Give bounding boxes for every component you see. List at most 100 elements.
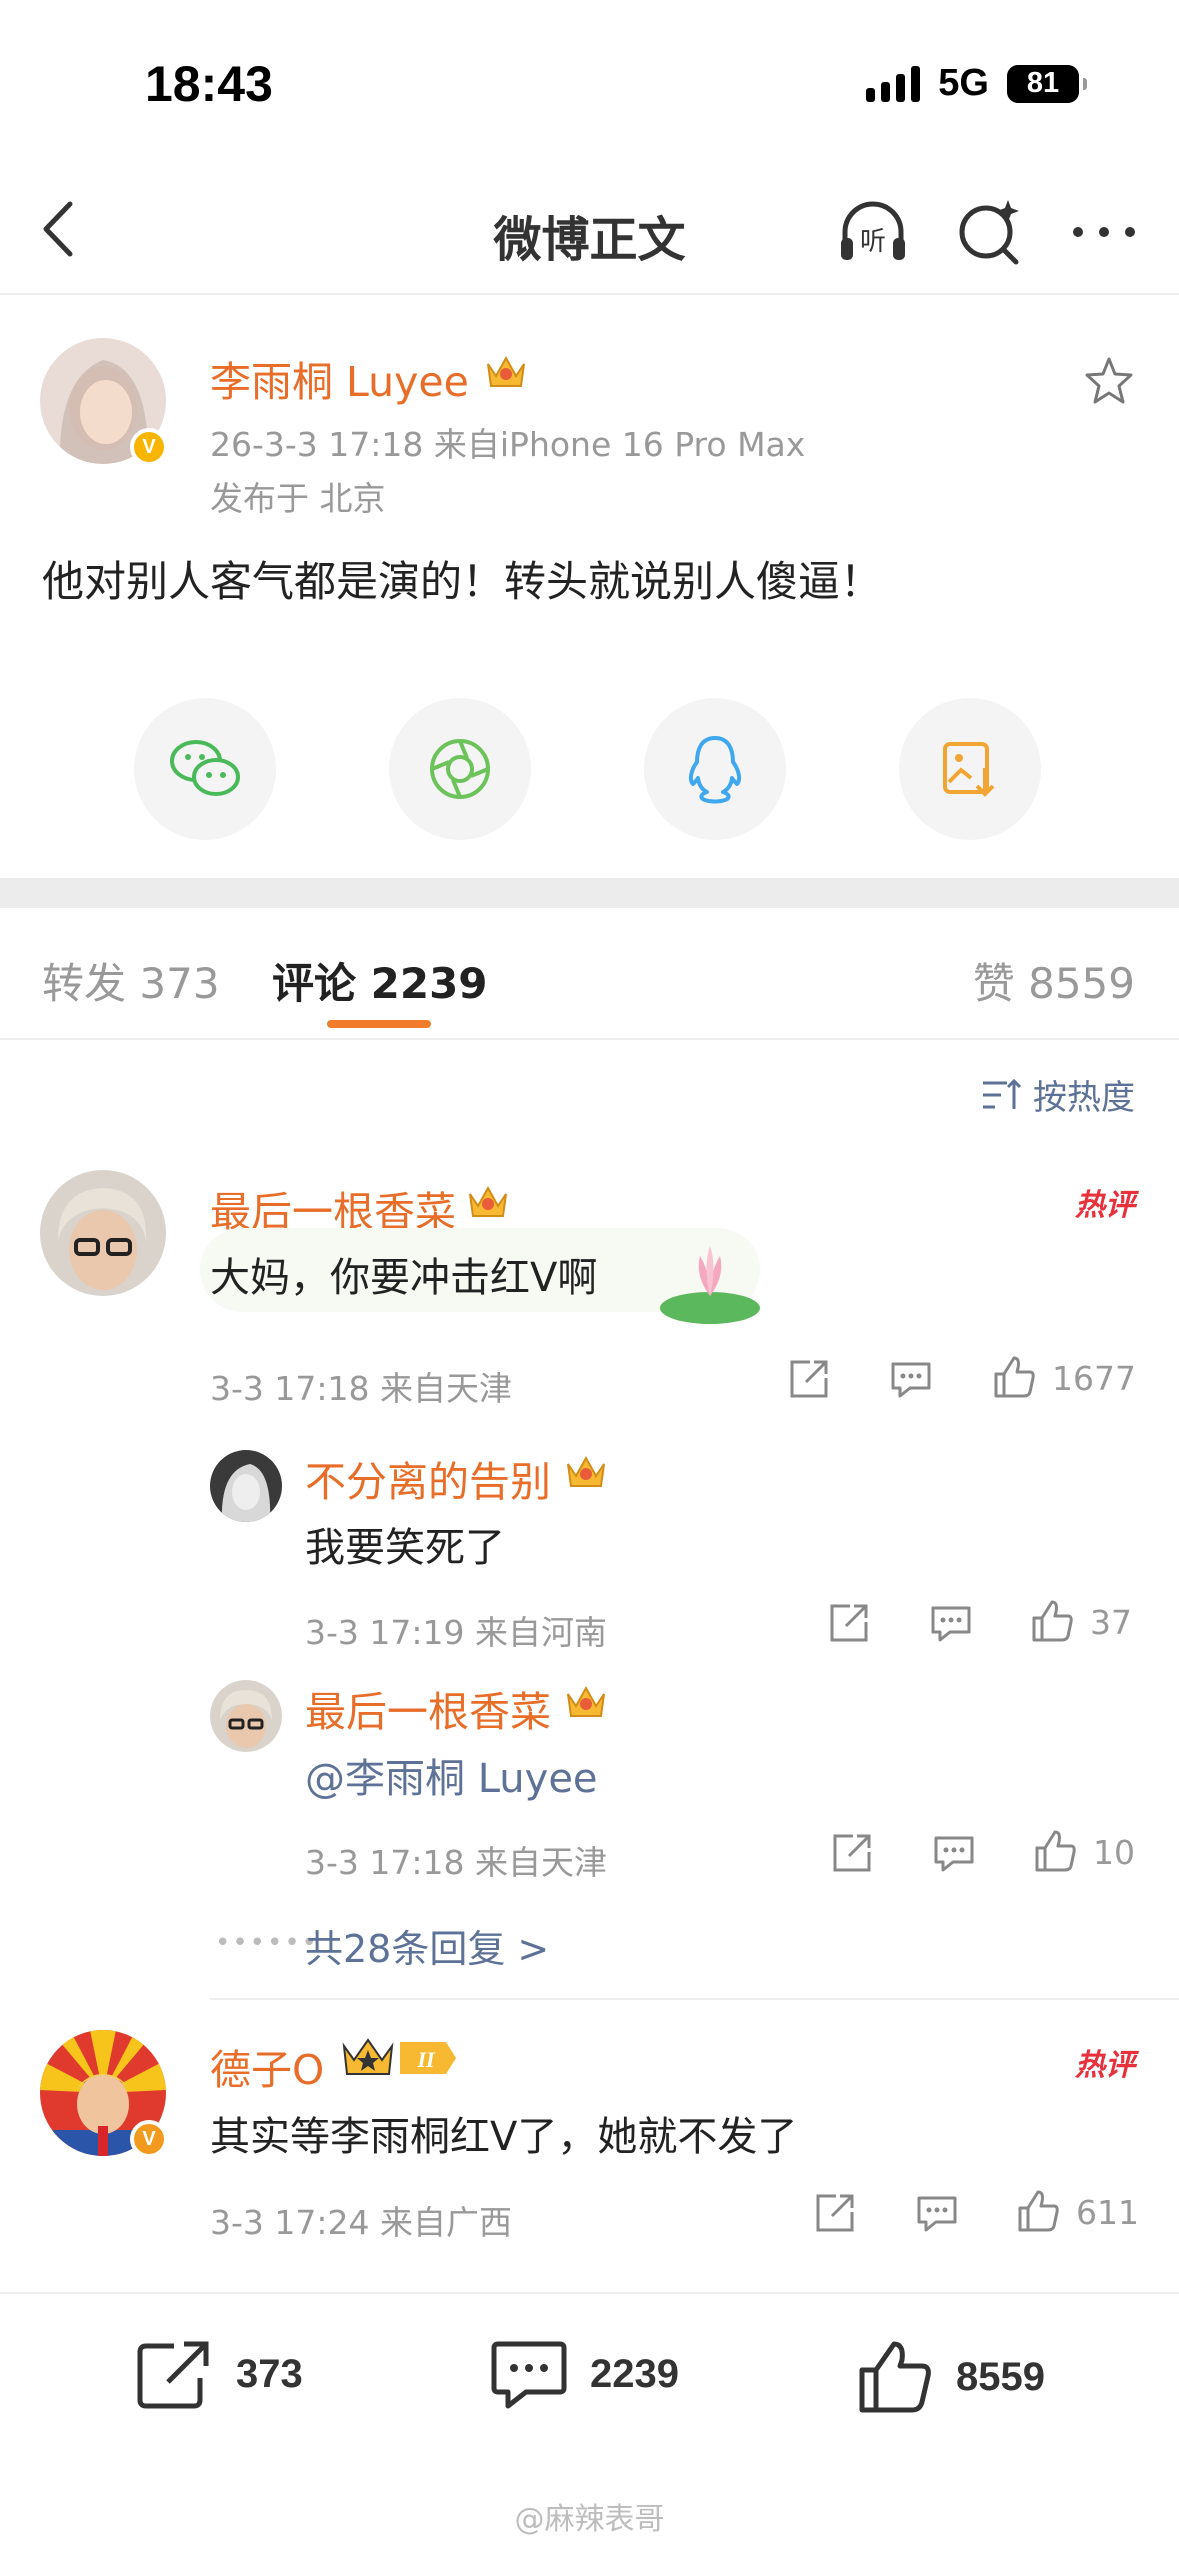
share-qq-button[interactable]: [644, 698, 786, 840]
thumbs-up-icon: [994, 1356, 1035, 1398]
qq-penguin-icon: [688, 736, 742, 804]
status-indicators: 5G 81: [866, 62, 1087, 105]
reply-author-name[interactable]: 最后一根香菜: [305, 1678, 551, 1738]
reply-mention-text[interactable]: @李雨桐 Luyee: [305, 1746, 598, 1804]
battery-icon: 81: [1007, 64, 1087, 103]
vip-crown-icon: [567, 1455, 605, 1487]
save-image-icon: [943, 742, 995, 797]
sort-label: 按热度: [1033, 1078, 1135, 1118]
tab-comments-label: 评论: [272, 959, 357, 1008]
comment-reply-button[interactable]: [914, 2190, 960, 2236]
tab-likes[interactable]: 赞 8559: [973, 950, 1135, 1011]
tab-likes-label: 赞: [972, 959, 1015, 1008]
tab-repost-label: 转发: [42, 959, 127, 1008]
bottom-repost-count: 373: [236, 2351, 303, 2396]
bottom-comment-button[interactable]: 2239: [490, 2338, 679, 2410]
bottom-comment-count: 2239: [590, 2351, 679, 2396]
thumbs-up-icon: [1018, 2190, 1059, 2232]
comment-separator: [210, 1998, 1179, 2000]
reply-text: 我要笑死了: [305, 1525, 505, 1571]
post-time-source: 26-3-3 17:18 来自iPhone 16 Pro Max: [210, 425, 806, 464]
reply-like-button[interactable]: 10: [1031, 1828, 1135, 1876]
reply-like-count: 37: [1090, 1602, 1132, 1642]
share-wechat-button[interactable]: [134, 698, 276, 840]
tab-bar: 转发 373 评论 2239 赞 8559: [0, 908, 1179, 1040]
thumbs-up-icon: [1035, 1830, 1076, 1872]
lotus-decoration-icon: [660, 1246, 760, 1324]
reply-meta: 3-3 17:19 来自河南: [305, 1613, 607, 1652]
reply-like-button[interactable]: 37: [1028, 1598, 1132, 1646]
bottom-like-button[interactable]: 8559: [856, 2338, 1045, 2416]
reply-avatar[interactable]: [210, 1450, 282, 1522]
svg-text:听: 听: [860, 227, 886, 257]
post-author-name[interactable]: 李雨桐 Luyee: [210, 348, 469, 408]
comment-icon: [491, 2341, 567, 2409]
sort-icon: [983, 1078, 1021, 1109]
reply-like-count: 10: [1093, 1832, 1135, 1872]
comment-repost-button[interactable]: [812, 2190, 858, 2236]
comment-text: 其实等李雨桐红Ⅴ了，她就不发了: [210, 2114, 798, 2160]
reply-comment-button[interactable]: [931, 1830, 977, 1876]
tab-repost[interactable]: 转发 373: [42, 950, 220, 1011]
reply-meta: 3-3 17:18 来自天津: [305, 1843, 607, 1882]
tab-repost-count: 373: [139, 959, 220, 1008]
reply-comment-button[interactable]: [928, 1600, 974, 1646]
vip-level-badge-icon: II: [342, 2038, 456, 2075]
tab-likes-count: 8559: [1028, 959, 1135, 1008]
thumbs-up-icon: [859, 2341, 931, 2413]
moments-aperture-icon: [430, 739, 490, 799]
post-body-text: 他对别人客气都是演的！转头就说别人傻逼！: [42, 557, 883, 606]
vip-crown-icon: [567, 1685, 605, 1717]
comment-icon: [891, 1362, 931, 1398]
verified-badge-icon: V: [130, 2120, 168, 2158]
save-image-button[interactable]: [899, 698, 1041, 840]
comment-icon: [917, 2196, 957, 2232]
reply-repost-button[interactable]: [826, 1600, 872, 1646]
hot-comment-badge: 热评: [1075, 1188, 1135, 1223]
watermark: @麻辣表哥: [514, 2502, 665, 2537]
favorite-star-icon[interactable]: [1082, 354, 1136, 408]
comment-reply-button[interactable]: [888, 1356, 934, 1402]
more-options-icon[interactable]: [1064, 192, 1144, 272]
comment-meta: 3-3 17:18 来自天津: [210, 1369, 512, 1408]
comment-text: 大妈，你要冲击红Ⅴ啊: [210, 1255, 598, 1301]
listen-headphones-icon[interactable]: 听: [833, 192, 913, 272]
bottom-repost-button[interactable]: 373: [136, 2338, 303, 2410]
verified-badge-icon: V: [130, 428, 168, 466]
section-divider: [0, 878, 1179, 908]
tab-comments-count: 2239: [370, 959, 488, 1008]
vip-crown-icon: [469, 1185, 507, 1217]
sort-by-hot-button[interactable]: 按热度: [981, 1070, 1135, 1119]
wechat-icon: [170, 740, 240, 796]
comment-avatar[interactable]: [40, 1170, 166, 1296]
comment-repost-button[interactable]: [786, 1356, 832, 1402]
bottom-like-count: 8559: [956, 2354, 1045, 2399]
comment-meta: 3-3 17:24 来自广西: [210, 2203, 512, 2242]
status-time: 18:43: [145, 56, 273, 112]
post-location: 发布于 北京: [210, 479, 386, 518]
comment-icon: [931, 1606, 971, 1642]
thumbs-up-icon: [1032, 1600, 1073, 1642]
comment-like-button[interactable]: 1677: [990, 1354, 1136, 1402]
search-sparkle-icon[interactable]: [950, 192, 1030, 272]
repost-icon: [790, 1360, 828, 1398]
comment-icon: [934, 1836, 974, 1872]
repost-icon: [137, 2341, 209, 2409]
status-bar: 18:43 5G 81: [0, 0, 1179, 170]
reply-avatar[interactable]: [210, 1680, 282, 1752]
hot-comment-badge: 热评: [1075, 2048, 1135, 2083]
share-moments-button[interactable]: [389, 698, 531, 840]
reply-repost-button[interactable]: [829, 1830, 875, 1876]
cellular-signal-icon: [866, 65, 921, 102]
tab-comments[interactable]: 评论 2239: [272, 950, 488, 1011]
view-all-replies-link[interactable]: 共28条回复 >: [305, 1918, 549, 1973]
active-tab-indicator: [327, 1020, 431, 1028]
vip-crown-icon: [487, 355, 525, 387]
reply-author-name[interactable]: 不分离的告别: [305, 1448, 551, 1508]
comment-like-button[interactable]: 611: [1014, 2188, 1139, 2236]
repost-icon: [833, 1834, 871, 1872]
comment-author-name[interactable]: 德子O: [210, 2036, 324, 2096]
repost-icon: [816, 2194, 854, 2232]
nav-bar: 微博正文 听: [0, 170, 1179, 295]
repost-icon: [830, 1604, 868, 1642]
